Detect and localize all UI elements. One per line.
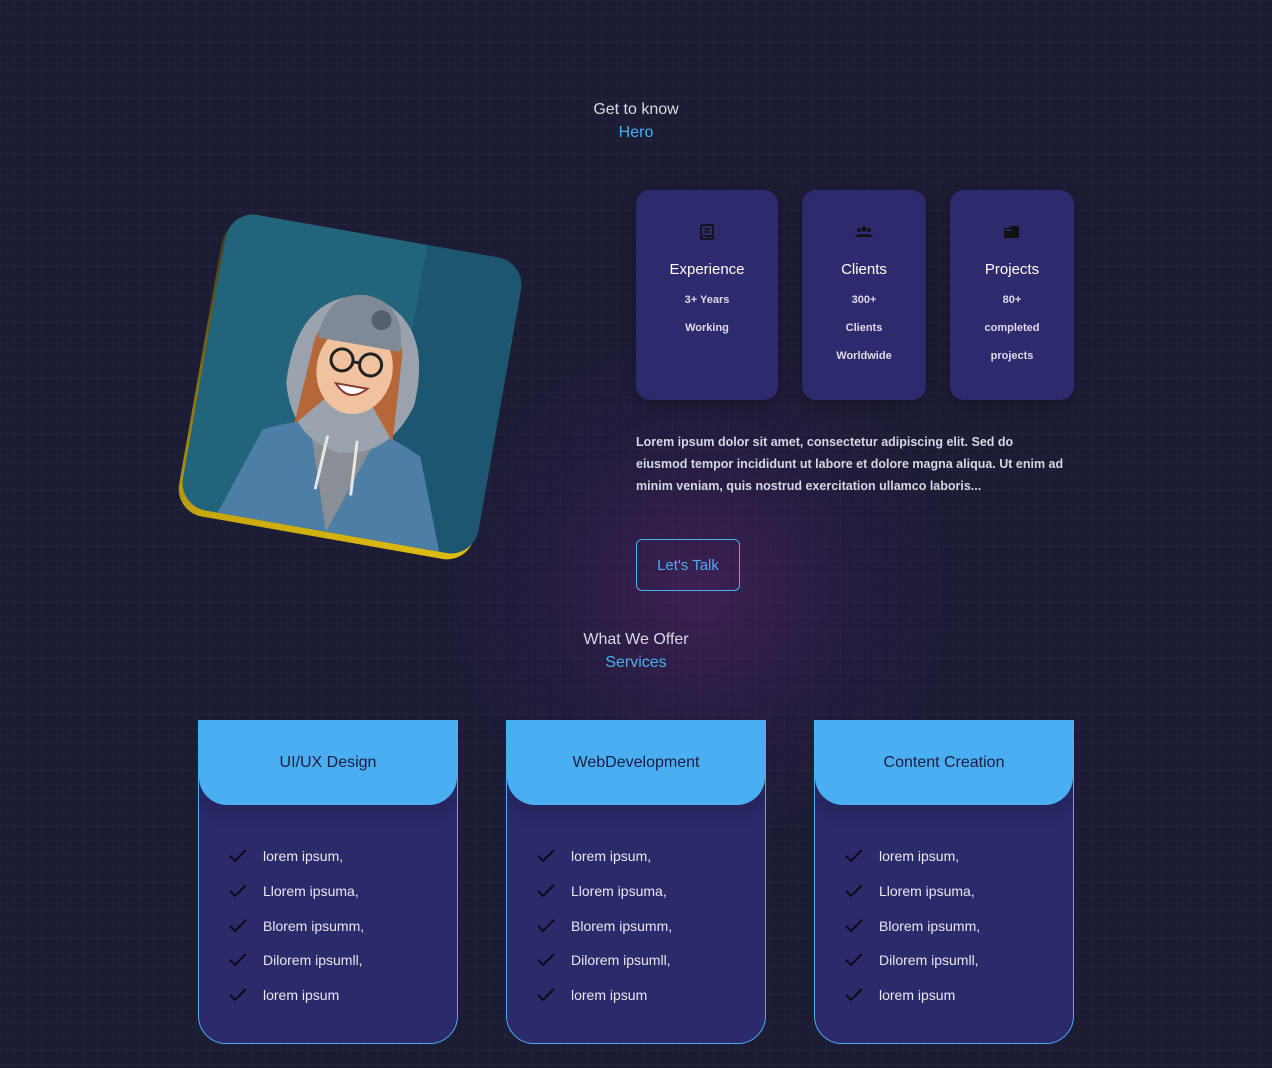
list-item: Dilorem ipsumll, bbox=[845, 943, 1073, 978]
feature-label: lorem ipsum, bbox=[879, 848, 960, 865]
about-heading: Get to know Hero bbox=[0, 98, 1272, 144]
stat-card-clients: Clients 300+ Clients Worldwide bbox=[802, 190, 926, 400]
check-icon bbox=[845, 849, 863, 863]
check-icon bbox=[845, 953, 863, 967]
check-icon bbox=[845, 988, 863, 1002]
list-item: lorem ipsum bbox=[537, 978, 765, 1013]
service-card-header: UI/UX Design bbox=[199, 721, 457, 805]
list-item: Dilorem ipsumll, bbox=[229, 943, 457, 978]
feature-label: Llorem ipsuma, bbox=[879, 883, 975, 900]
feature-label: Dilorem ipsumll, bbox=[263, 952, 363, 969]
feature-label: lorem ipsum bbox=[571, 987, 648, 1004]
stat-line: projects bbox=[990, 350, 1034, 362]
check-icon bbox=[537, 884, 555, 898]
check-icon bbox=[229, 953, 247, 967]
service-card-uiux: UI/UX Design lorem ipsum, Llorem ipsuma,… bbox=[198, 720, 458, 1044]
feature-label: lorem ipsum bbox=[263, 987, 340, 1004]
list-item: lorem ipsum, bbox=[229, 839, 457, 874]
about-title: Hero bbox=[618, 124, 654, 141]
check-icon bbox=[229, 884, 247, 898]
stat-line: 80+ bbox=[1002, 294, 1022, 306]
stat-line: 300+ bbox=[851, 294, 877, 306]
feature-label: Dilorem ipsumll, bbox=[571, 952, 671, 969]
check-icon bbox=[229, 988, 247, 1002]
stat-line: completed bbox=[984, 322, 1040, 334]
feature-label: lorem ipsum bbox=[879, 987, 956, 1004]
person-illustration bbox=[178, 210, 526, 558]
services-pre-title: What We Offer bbox=[583, 631, 689, 648]
about-pre-title: Get to know bbox=[593, 101, 679, 118]
stat-title: Experience bbox=[669, 261, 745, 278]
services-title: Services bbox=[605, 654, 667, 671]
profile-photo-frame bbox=[174, 210, 526, 564]
about-description: Lorem ipsum dolor sit amet, consectetur … bbox=[636, 435, 1064, 493]
lets-talk-button[interactable]: Let's Talk bbox=[636, 539, 740, 591]
check-icon bbox=[229, 849, 247, 863]
stat-line: Clients bbox=[845, 322, 883, 334]
check-icon bbox=[845, 919, 863, 933]
list-item: Blorem ipsumm, bbox=[229, 908, 457, 943]
stat-title: Clients bbox=[841, 261, 887, 278]
book-icon bbox=[700, 224, 714, 240]
service-feature-list: lorem ipsum, Llorem ipsuma, Blorem ipsum… bbox=[815, 805, 1073, 1012]
feature-label: Llorem ipsuma, bbox=[571, 883, 667, 900]
profile-photo bbox=[178, 210, 526, 558]
folder-icon bbox=[1004, 226, 1019, 238]
service-card-content: Content Creation lorem ipsum, Llorem ips… bbox=[814, 720, 1074, 1044]
stat-card-projects: Projects 80+ completed projects bbox=[950, 190, 1074, 400]
service-card-header: WebDevelopment bbox=[507, 721, 765, 805]
stat-card-experience: Experience 3+ Years Working bbox=[636, 190, 778, 400]
services-heading: What We Offer Services bbox=[0, 628, 1272, 674]
feature-label: Blorem ipsumm, bbox=[879, 917, 981, 934]
list-item: Dilorem ipsumll, bbox=[537, 943, 765, 978]
service-feature-list: lorem ipsum, Llorem ipsuma, Blorem ipsum… bbox=[199, 805, 457, 1012]
users-icon bbox=[855, 226, 873, 237]
list-item: Blorem ipsumm, bbox=[537, 908, 765, 943]
stat-line: Working bbox=[685, 322, 729, 334]
list-item: Llorem ipsuma, bbox=[229, 874, 457, 909]
check-icon bbox=[229, 919, 247, 933]
service-card-webdev: WebDevelopment lorem ipsum, Llorem ipsum… bbox=[506, 720, 766, 1044]
list-item: lorem ipsum, bbox=[537, 839, 765, 874]
service-feature-list: lorem ipsum, Llorem ipsuma, Blorem ipsum… bbox=[507, 805, 765, 1012]
feature-label: Blorem ipsumm, bbox=[571, 917, 673, 934]
check-icon bbox=[537, 919, 555, 933]
check-icon bbox=[845, 884, 863, 898]
list-item: lorem ipsum bbox=[229, 978, 457, 1013]
feature-label: lorem ipsum, bbox=[571, 848, 652, 865]
feature-label: Blorem ipsumm, bbox=[263, 917, 365, 934]
list-item: Llorem ipsuma, bbox=[537, 874, 765, 909]
list-item: Llorem ipsuma, bbox=[845, 874, 1073, 909]
service-card-header: Content Creation bbox=[815, 721, 1073, 805]
check-icon bbox=[537, 849, 555, 863]
stat-title: Projects bbox=[984, 261, 1040, 278]
list-item: lorem ipsum, bbox=[845, 839, 1073, 874]
feature-label: Dilorem ipsumll, bbox=[879, 952, 979, 969]
check-icon bbox=[537, 953, 555, 967]
stat-line: Worldwide bbox=[836, 350, 892, 362]
stat-line: 3+ Years bbox=[684, 294, 730, 306]
feature-label: lorem ipsum, bbox=[263, 848, 344, 865]
list-item: lorem ipsum bbox=[845, 978, 1073, 1013]
feature-label: Llorem ipsuma, bbox=[263, 883, 359, 900]
check-icon bbox=[537, 988, 555, 1002]
list-item: Blorem ipsumm, bbox=[845, 908, 1073, 943]
